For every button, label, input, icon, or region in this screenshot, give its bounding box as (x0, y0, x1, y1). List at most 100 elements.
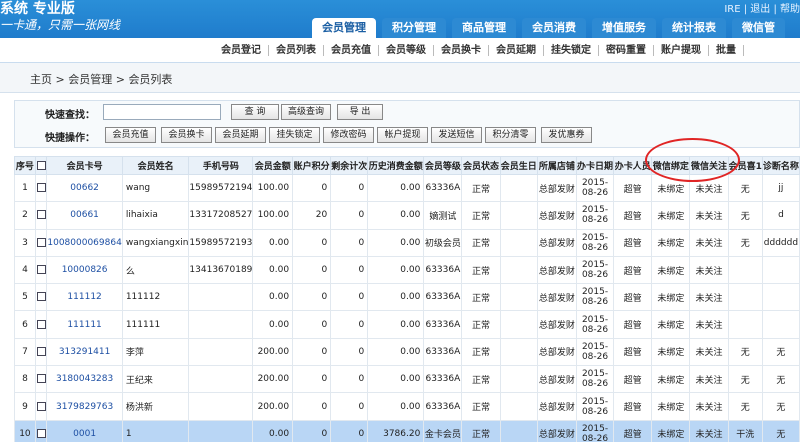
quick-op-button-8[interactable]: 发优惠券 (541, 127, 592, 143)
table-cell: 0 (292, 337, 332, 367)
subnav-item-8[interactable]: 账户提现 (654, 45, 709, 56)
table-row[interactable]: 7 313291411 李萍 200.00 0 0 0.00 63336A 正常 总部发财 2015… (14, 337, 800, 367)
advanced-search-button[interactable]: 高级查询 (281, 104, 331, 120)
select-all-checkbox[interactable] (36, 160, 46, 170)
table-cell: 未绑定 (651, 201, 691, 230)
table-cell (727, 310, 763, 339)
nav-tab-2[interactable]: 商品管理 (452, 18, 516, 38)
nav-tab-4[interactable]: 增值服务 (592, 18, 656, 38)
row-checkbox[interactable] (36, 319, 46, 329)
table-row[interactable]: 8 3180043283 王纪来 200.00 0 0 0.00 63336A 正常 总部发财 20… (14, 365, 800, 394)
table-cell (188, 283, 254, 312)
table-cell[interactable] (34, 392, 48, 421)
column-header: 微信关注 (689, 156, 729, 175)
table-cell: 未绑定 (651, 283, 691, 312)
table-cell[interactable] (34, 337, 48, 367)
table-cell: 5 (14, 283, 36, 312)
table-cell[interactable]: 00662 (46, 173, 123, 203)
subnav-item-1[interactable]: 会员列表 (269, 45, 324, 56)
table-row[interactable]: 4 10000826 么 13413670189 0.00 0 0 0.00 63336A 正常总… (14, 255, 800, 285)
table-cell[interactable]: 3179829763 (46, 392, 123, 421)
table-cell (188, 392, 254, 421)
nav-tab-1[interactable]: 积分管理 (382, 18, 446, 38)
table-cell: 0 (330, 228, 369, 257)
quick-op-button-1[interactable]: 会员换卡 (161, 127, 212, 143)
nav-tab-3[interactable]: 会员消费 (522, 18, 586, 38)
table-cell[interactable]: 3180043283 (46, 365, 123, 394)
table-cell[interactable] (34, 310, 48, 339)
subnav-item-4[interactable]: 会员换卡 (434, 45, 489, 56)
table-row[interactable]: 1 00662 wang 15989572194 100.00 0 0 0.00 63336A 正… (14, 173, 800, 203)
row-checkbox[interactable] (36, 265, 46, 275)
table-cell (761, 310, 800, 339)
row-checkbox[interactable] (36, 183, 46, 193)
subnav-item-2[interactable]: 会员充值 (324, 45, 379, 56)
table-cell[interactable]: 0001 (46, 419, 123, 442)
breadcrumb-home[interactable]: 主页 (30, 73, 52, 86)
subnav-item-9[interactable]: 批量 (709, 45, 744, 56)
table-cell[interactable] (34, 365, 48, 394)
search-button[interactable]: 查 询 (231, 104, 279, 120)
table-cell[interactable] (34, 419, 48, 442)
quick-op-button-5[interactable]: 帐户提现 (377, 127, 428, 143)
table-cell: 13317208527 (188, 201, 254, 230)
table-cell[interactable]: 111111 (46, 310, 123, 339)
quick-op-button-7[interactable]: 积分清零 (485, 127, 536, 143)
table-cell: 正常 (461, 310, 501, 339)
quick-search-label: 快速查找： (45, 110, 95, 121)
nav-tab-5[interactable]: 统计报表 (662, 18, 726, 38)
table-cell[interactable]: 313291411 (46, 337, 123, 367)
table-cell: 2015-08-26 (575, 283, 615, 312)
table-row[interactable]: 9 3179829763 杨洪新 200.00 0 0 0.00 63336A 正常 总部发财 20… (14, 392, 800, 421)
subnav-item-6[interactable]: 挂失锁定 (544, 45, 599, 56)
column-header[interactable] (34, 156, 48, 175)
table-cell[interactable]: 10000826 (46, 255, 123, 285)
table-cell: 未关注 (689, 173, 729, 203)
nav-tab-0[interactable]: 会员管理 (312, 18, 376, 38)
table-row[interactable]: 2 00661 lihaixia 13317208527 100.00 20 0 0.00 嫡测… (14, 201, 800, 230)
quick-search-input[interactable] (103, 104, 221, 120)
breadcrumb-section[interactable]: 会员管理 (68, 73, 112, 86)
search-panel: 快速查找： 查 询 高级查询 导 出 快捷操作： 会员充值 会员换卡 会员延期 挂失锁… (14, 100, 800, 148)
table-cell[interactable]: 00661 (46, 201, 123, 230)
table-cell: 0 (292, 392, 332, 421)
subnav-item-7[interactable]: 密码重置 (599, 45, 654, 56)
table-cell[interactable]: 1008000069864 (46, 228, 123, 257)
nav-tab-6[interactable]: 微信管 (732, 18, 785, 38)
row-checkbox[interactable] (36, 346, 46, 356)
row-checkbox[interactable] (36, 237, 46, 247)
column-header: 序号 (14, 156, 36, 175)
row-checkbox[interactable] (36, 210, 46, 220)
quick-op-button-0[interactable]: 会员充值 (105, 127, 156, 143)
table-cell: 无 (727, 337, 763, 367)
table-cell[interactable] (34, 255, 48, 285)
quick-op-button-3[interactable]: 挂失锁定 (269, 127, 320, 143)
table-cell[interactable] (34, 283, 48, 312)
table-cell[interactable]: 111112 (46, 283, 123, 312)
row-checkbox[interactable] (36, 428, 46, 438)
table-row[interactable]: 10 0001 1 0.00 0 0 3786.20 金卡会员 正常 总部发财 2015-08-26… (14, 419, 800, 442)
table-cell: 13413670189 (188, 255, 254, 285)
row-checkbox[interactable] (36, 292, 46, 302)
subnav-item-0[interactable]: 会员登记 (214, 45, 269, 56)
table-cell[interactable] (34, 228, 48, 257)
table-row[interactable]: 6 111111 111111 0.00 0 0 0.00 63336A 正常 总部发财 2015-… (14, 310, 800, 339)
subnav-item-5[interactable]: 会员延期 (489, 45, 544, 56)
table-cell[interactable] (34, 201, 48, 230)
table-cell: 无 (727, 228, 763, 257)
row-checkbox[interactable] (36, 374, 46, 384)
table-row[interactable]: 3 1008000069864 wangxiangxin 15989572193 0.0… (14, 228, 800, 257)
subnav-item-3[interactable]: 会员等级 (379, 45, 434, 56)
quick-op-button-4[interactable]: 修改密码 (323, 127, 374, 143)
table-row[interactable]: 5 111112 111112 0.00 0 0 0.00 63336A 正常 总部发财 2015-… (14, 283, 800, 312)
top-right-links[interactable]: IRE | 退出 | 帮助 (724, 0, 800, 15)
row-checkbox[interactable] (36, 401, 46, 411)
quick-op-button-2[interactable]: 会员延期 (215, 127, 266, 143)
table-cell[interactable] (34, 173, 48, 203)
quick-op-button-6[interactable]: 发送短信 (431, 127, 482, 143)
table-cell: 正常 (461, 337, 501, 367)
export-button[interactable]: 导 出 (337, 104, 383, 120)
table-cell: 0.00 (367, 337, 425, 367)
table-cell: dddddd (761, 228, 800, 257)
app-header: 系统 专业版 一卡通，只需一张网线 IRE | 退出 | 帮助 会员管理 积分管理… (0, 0, 800, 38)
